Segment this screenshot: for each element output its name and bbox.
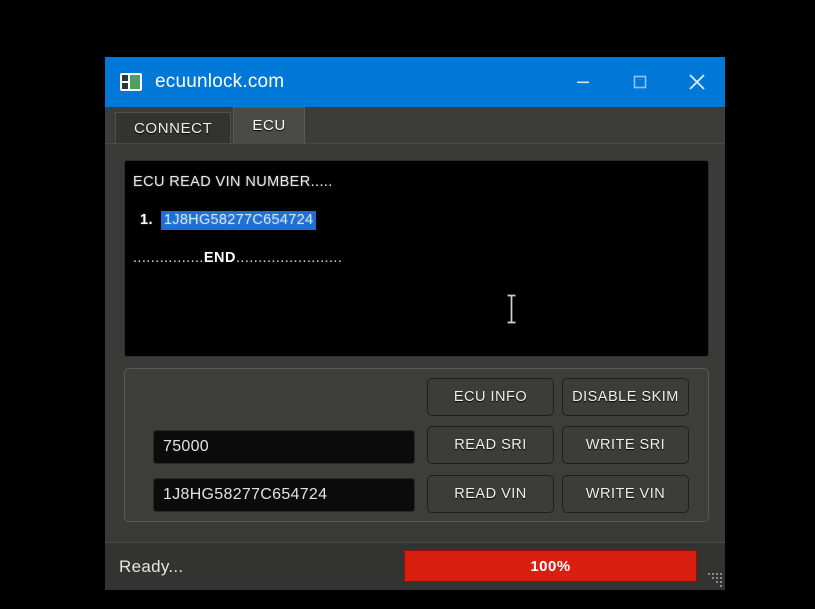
console-output[interactable]: ECU READ VIN NUMBER..... 1. 1J8HG58277C6… — [124, 160, 709, 357]
tab-ecu[interactable]: ECU — [233, 107, 305, 143]
progress-bar: 100% — [404, 550, 697, 582]
vin-input[interactable]: 1J8HG58277C654724 — [153, 478, 415, 512]
read-sri-button[interactable]: READ SRI — [427, 426, 554, 464]
end-line-prefix: ................ — [133, 250, 204, 266]
console-end-line: ................END.....................… — [133, 250, 698, 266]
end-line-suffix: ........................ — [235, 250, 343, 266]
minimize-icon[interactable] — [554, 57, 611, 107]
status-message: Ready... — [119, 556, 184, 576]
window-body: ECU READ VIN NUMBER..... 1. 1J8HG58277C6… — [105, 144, 725, 590]
read-vin-button[interactable]: READ VIN — [427, 475, 554, 513]
progress-label: 100% — [530, 557, 571, 575]
sri-input-value: 75000 — [163, 438, 209, 455]
tab-strip: CONNECT ECU — [105, 107, 725, 144]
write-vin-button[interactable]: WRITE VIN — [562, 475, 689, 513]
maximize-icon[interactable] — [611, 57, 668, 107]
console-entry-value-selected[interactable]: 1J8HG58277C654724 — [160, 210, 317, 230]
close-icon[interactable] — [668, 57, 725, 107]
ecu-info-button[interactable]: ECU INFO — [427, 378, 554, 416]
status-bar: Ready... 100% — [105, 542, 725, 590]
disable-skim-button[interactable]: DISABLE SKIM — [562, 378, 689, 416]
tab-connect[interactable]: CONNECT — [115, 112, 232, 143]
write-sri-button[interactable]: WRITE SRI — [562, 426, 689, 464]
resize-grip-icon[interactable] — [706, 571, 722, 587]
application-window: ecuunlock.com CONNECT ECU ECU READ VIN N… — [105, 57, 725, 590]
desktop-background: ecuunlock.com CONNECT ECU ECU READ VIN N… — [0, 0, 815, 609]
window-controls — [554, 57, 725, 107]
app-window-icon — [120, 73, 142, 91]
window-title: ecuunlock.com — [155, 71, 285, 92]
text-cursor-ibeam — [506, 294, 517, 324]
control-panel: 75000 1J8HG58277C654724 ECU INFO DISABLE… — [124, 368, 709, 522]
title-bar[interactable]: ecuunlock.com — [105, 57, 725, 107]
sri-input[interactable]: 75000 — [153, 430, 415, 464]
end-line-word: END — [203, 250, 236, 266]
vin-input-value: 1J8HG58277C654724 — [163, 486, 328, 503]
console-header-line: ECU READ VIN NUMBER..... — [133, 174, 333, 190]
console-vin-row: 1. 1J8HG58277C654724 — [133, 210, 698, 230]
console-entry-index: 1. — [140, 212, 153, 228]
